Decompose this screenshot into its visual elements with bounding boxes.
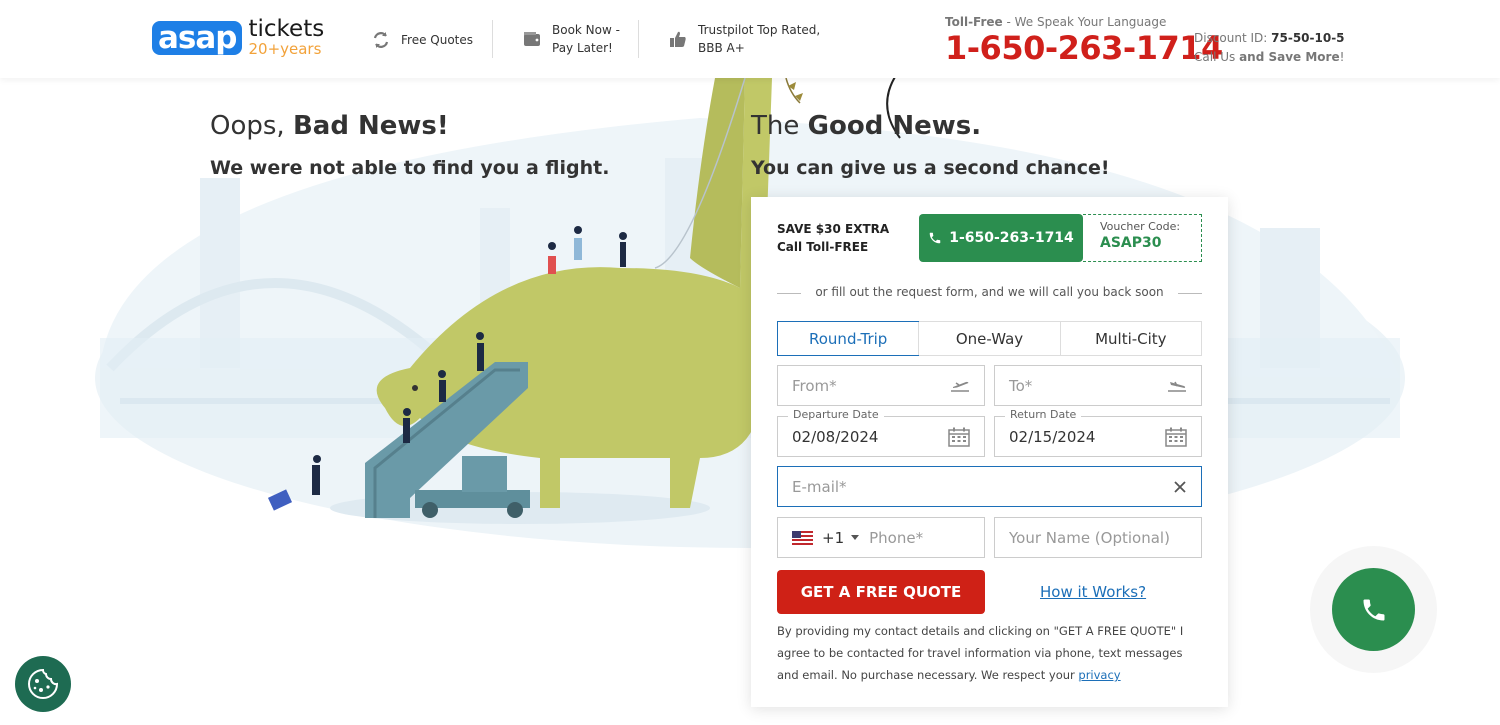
calendar-icon bbox=[1165, 427, 1187, 447]
return-date-label: Return Date bbox=[1005, 408, 1082, 421]
voucher-code: ASAP30 bbox=[1100, 235, 1162, 252]
voucher-code-box: Voucher Code: ASAP30 bbox=[1083, 214, 1202, 262]
good-news-subtitle: You can give us a second chance! bbox=[751, 157, 1110, 179]
tab-multi-city[interactable]: Multi-City bbox=[1059, 322, 1201, 355]
return-date-value: 02/15/2024 bbox=[1009, 427, 1096, 446]
legal-disclaimer: By providing my contact details and clic… bbox=[777, 624, 1184, 683]
site-header: asap tickets 20+years Free Quotes Book N… bbox=[0, 0, 1500, 78]
departure-date-label: Departure Date bbox=[788, 408, 884, 421]
fill-form-note: or fill out the request form, and we wil… bbox=[777, 285, 1202, 299]
us-flag-icon bbox=[792, 530, 813, 545]
country-code-select[interactable]: +1 bbox=[792, 528, 860, 547]
phone-field[interactable]: +1 Phone* bbox=[777, 517, 985, 558]
country-code: +1 bbox=[822, 528, 845, 547]
call-floating-button[interactable] bbox=[1332, 568, 1415, 651]
feature-label: Free Quotes bbox=[401, 33, 474, 47]
departure-date-field[interactable]: Departure Date 02/08/2024 bbox=[777, 408, 985, 457]
toll-free-label: Toll-Free - We Speak Your Language bbox=[945, 15, 1167, 29]
departure-date-value: 02/08/2024 bbox=[792, 427, 879, 446]
thumbs-up-icon bbox=[668, 29, 688, 49]
feature-label-line2: Pay Later! bbox=[552, 41, 613, 55]
chevron-down-icon bbox=[851, 535, 860, 540]
phone-icon bbox=[928, 231, 942, 245]
close-icon[interactable] bbox=[1173, 480, 1187, 494]
good-news-title: The Good News. bbox=[751, 111, 982, 141]
quote-request-form: SAVE $30 EXTRA Call Toll-FREE 1-650-263-… bbox=[751, 197, 1228, 707]
feature-book-now: Book Now - Pay Later! bbox=[522, 21, 620, 57]
logo-text: tickets bbox=[248, 16, 325, 42]
voucher-label: Voucher Code: bbox=[1100, 220, 1181, 233]
to-field[interactable]: To* bbox=[994, 365, 1202, 406]
cookie-icon bbox=[26, 667, 60, 701]
logo-years: 20+years bbox=[248, 40, 322, 58]
discount-id: 75-50-10-5 bbox=[1271, 31, 1345, 45]
feature-label: Trustpilot Top Rated, bbox=[698, 23, 821, 37]
feature-free-quotes: Free Quotes bbox=[371, 30, 473, 50]
site-logo[interactable]: asap tickets 20+years bbox=[152, 18, 324, 57]
header-divider bbox=[638, 20, 639, 58]
phone-icon bbox=[1360, 596, 1388, 624]
hero-illustration: Oops, Bad News! We were not able to find… bbox=[0, 43, 1500, 721]
tab-one-way[interactable]: One-Way bbox=[918, 322, 1059, 355]
return-date-field[interactable]: Return Date 02/15/2024 bbox=[994, 408, 1202, 457]
calendar-icon bbox=[948, 427, 970, 447]
header-divider bbox=[492, 20, 493, 58]
how-it-works-link[interactable]: How it Works? bbox=[1040, 583, 1146, 601]
wallet-icon bbox=[522, 29, 542, 49]
save-promo: SAVE $30 EXTRA Call Toll-FREE bbox=[777, 222, 890, 254]
bad-news-subtitle: We were not able to find you a flight. bbox=[210, 157, 610, 179]
discount-info: Discount ID: 75-50-10-5 Call Us and Save… bbox=[1194, 31, 1345, 64]
logo-mark: asap bbox=[152, 20, 243, 55]
feature-label: Book Now - bbox=[552, 23, 620, 37]
email-field[interactable]: E-mail* bbox=[777, 466, 1202, 507]
trip-type-tabs: Round-Trip One-Way Multi-City bbox=[777, 321, 1202, 356]
arriving-plane-icon bbox=[1167, 379, 1187, 393]
refresh-icon bbox=[371, 30, 391, 50]
departing-plane-icon bbox=[950, 379, 970, 393]
cookie-settings-button[interactable] bbox=[15, 656, 71, 712]
feature-trustpilot: Trustpilot Top Rated, BBB A+ bbox=[668, 21, 820, 57]
header-phone-number[interactable]: 1-650-263-1714 bbox=[945, 29, 1223, 67]
tab-round-trip[interactable]: Round-Trip bbox=[777, 321, 920, 356]
get-free-quote-button[interactable]: GET A FREE QUOTE bbox=[777, 570, 985, 614]
bad-news-title: Oops, Bad News! bbox=[210, 111, 449, 141]
call-toll-free-button[interactable]: 1-650-263-1714 bbox=[919, 214, 1083, 262]
feature-label-line2: BBB A+ bbox=[698, 41, 745, 55]
name-field[interactable]: Your Name (Optional) bbox=[994, 517, 1202, 558]
from-field[interactable]: From* bbox=[777, 365, 985, 406]
privacy-link[interactable]: privacy bbox=[1078, 668, 1120, 682]
